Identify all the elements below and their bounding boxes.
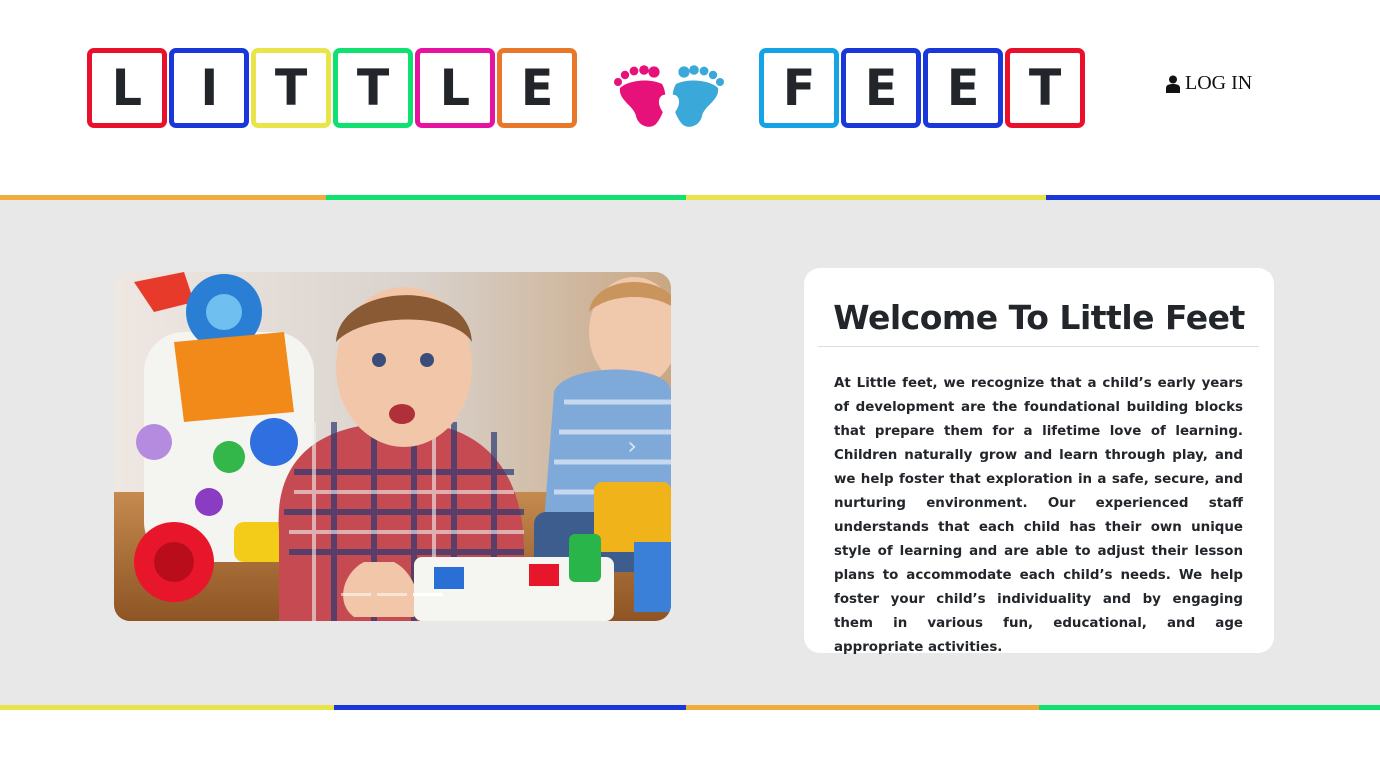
logo-tile-l: L bbox=[87, 48, 167, 128]
baby-feet-heart-icon bbox=[614, 65, 724, 127]
site-header: L I T T L E F E E T LOG IN bbox=[0, 0, 1380, 196]
logo-tile-l2: L bbox=[415, 48, 495, 128]
logo-tile-e: E bbox=[497, 48, 577, 128]
user-icon bbox=[1166, 75, 1180, 93]
logo-tile-i: I bbox=[169, 48, 249, 128]
logo-tile-e2: E bbox=[923, 48, 1003, 128]
carousel-indicator-2[interactable] bbox=[377, 593, 407, 596]
children-playing-photo bbox=[114, 272, 671, 621]
carousel-indicator-3[interactable] bbox=[413, 593, 443, 596]
welcome-divider bbox=[818, 346, 1259, 347]
bottom-color-stripe bbox=[0, 705, 1380, 710]
login-link[interactable]: LOG IN bbox=[1166, 72, 1252, 95]
photo-carousel[interactable]: › bbox=[114, 272, 671, 621]
logo-tile-t2: T bbox=[333, 48, 413, 128]
chevron-right-icon[interactable]: › bbox=[627, 432, 637, 460]
welcome-title: Welcome To Little Feet bbox=[833, 298, 1245, 337]
welcome-body: At Little feet, we recognize that a chil… bbox=[834, 376, 1243, 655]
carousel-indicators bbox=[341, 593, 443, 596]
login-label: LOG IN bbox=[1185, 72, 1253, 94]
logo-tile-f: F bbox=[759, 48, 839, 128]
carousel-indicator-1[interactable] bbox=[341, 593, 371, 596]
logo-tile-t1: T bbox=[251, 48, 331, 128]
logo-tile-e1: E bbox=[841, 48, 921, 128]
welcome-card: Welcome To Little Feet At Little feet, w… bbox=[804, 268, 1274, 655]
logo-tile-t: T bbox=[1005, 48, 1085, 128]
